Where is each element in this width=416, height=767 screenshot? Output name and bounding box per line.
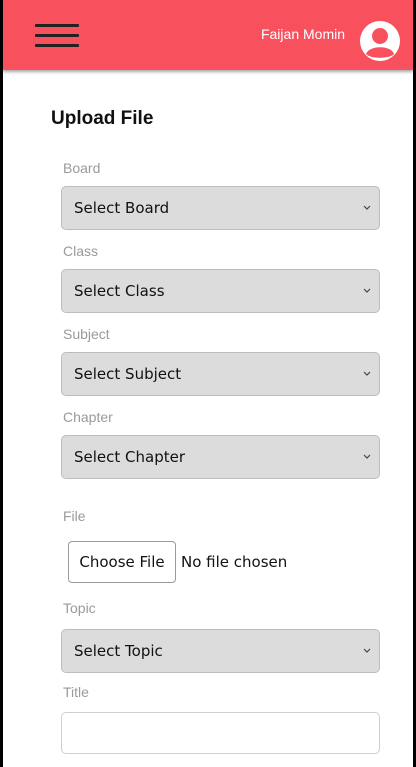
chevron-down-icon (363, 371, 371, 376)
chapter-select[interactable]: Select Chapter (61, 435, 380, 479)
board-select[interactable]: Select Board (61, 186, 380, 230)
title-input[interactable] (61, 712, 380, 754)
user-name: Faijan Momin (260, 26, 345, 42)
chapter-select-value: Select Chapter (74, 448, 186, 466)
class-label: Class (63, 243, 99, 259)
chevron-down-icon (363, 648, 371, 653)
file-status-text: No file chosen (181, 553, 288, 571)
page-title: Upload File (51, 108, 154, 129)
subject-select[interactable]: Select Subject (61, 352, 380, 396)
choose-file-button[interactable]: Choose File (68, 541, 176, 583)
class-select[interactable]: Select Class (61, 269, 380, 313)
topic-label: Topic (63, 600, 96, 616)
chevron-down-icon (363, 288, 371, 293)
subject-select-value: Select Subject (74, 365, 182, 383)
board-select-value: Select Board (74, 199, 170, 217)
subject-label: Subject (63, 326, 110, 342)
class-select-value: Select Class (74, 282, 165, 300)
title-label: Title (63, 684, 89, 700)
topic-select-value: Select Topic (74, 642, 163, 660)
top-navbar: Faijan Momin (3, 0, 413, 70)
file-label: File (63, 508, 86, 524)
board-label: Board (63, 160, 101, 176)
hamburger-menu-icon[interactable] (35, 22, 79, 50)
user-avatar-icon[interactable] (359, 20, 401, 62)
chevron-down-icon (363, 454, 371, 459)
topic-select[interactable]: Select Topic (61, 629, 380, 673)
chevron-down-icon (363, 205, 371, 210)
chapter-label: Chapter (63, 409, 113, 425)
app-frame: Faijan Momin Upload File Board Select Bo… (0, 0, 416, 767)
